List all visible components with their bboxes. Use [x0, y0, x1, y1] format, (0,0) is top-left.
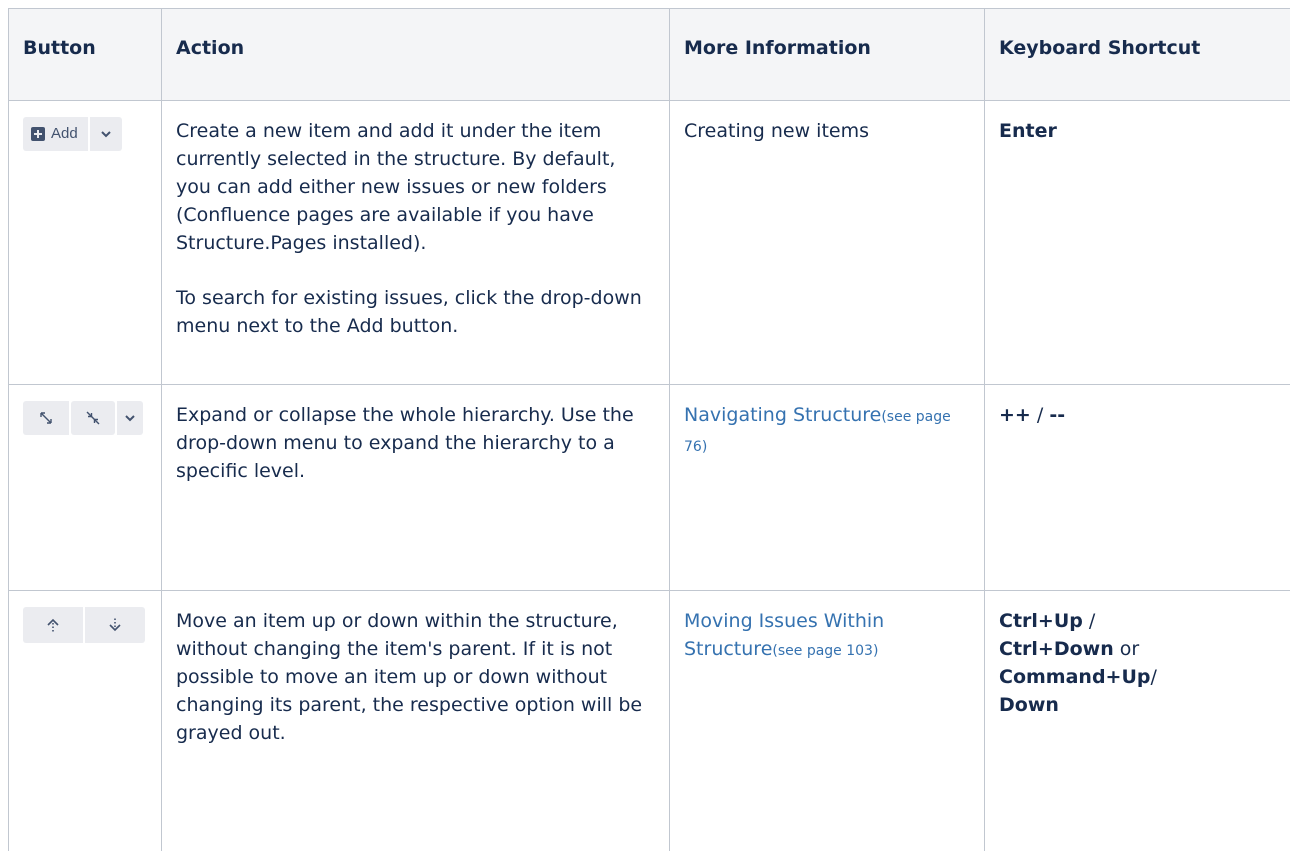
more-information-cell: Navigating Structure(see page 76) — [670, 385, 985, 591]
plus-square-icon — [31, 127, 45, 141]
expand-collapse-button-group — [23, 401, 143, 435]
move-down-icon — [107, 617, 123, 633]
collapse-icon — [86, 411, 100, 425]
move-down-button[interactable] — [85, 607, 145, 643]
move-up-button[interactable] — [23, 607, 83, 643]
header-more-information: More Information — [670, 9, 985, 101]
shortcut-separator: / — [1151, 666, 1163, 688]
shortcut-key: Down — [999, 694, 1059, 716]
shortcut-separator: / — [1031, 404, 1049, 426]
chevron-down-icon — [101, 131, 111, 138]
table-header-row: Button Action More Information Keyboard … — [9, 9, 1290, 101]
action-text: Expand or collapse the whole hierarchy. … — [176, 401, 655, 485]
page-reference: (see page 103) — [772, 643, 878, 659]
move-button-group — [23, 607, 145, 643]
navigating-structure-link[interactable]: Navigating Structure(see page 76) — [684, 404, 951, 456]
add-dropdown-button[interactable] — [90, 117, 122, 151]
header-button: Button — [9, 9, 162, 101]
add-button-label: Add — [51, 120, 78, 148]
add-button[interactable]: Add — [23, 117, 88, 151]
expand-icon — [39, 411, 53, 425]
shortcut-key: Command+Up — [999, 666, 1151, 688]
collapse-all-button[interactable] — [71, 401, 115, 435]
button-cell — [9, 591, 162, 851]
action-text: To search for existing issues, click the… — [176, 284, 655, 340]
shortcut-cell: ++ / -- — [985, 385, 1290, 591]
table-row: Move an item up or down within the struc… — [9, 591, 1290, 851]
shortcut-key: Ctrl+Up — [999, 610, 1083, 632]
moving-issues-link[interactable]: Moving Issues Within Structure(see page … — [684, 610, 884, 660]
more-information-text: Creating new items — [684, 120, 869, 142]
move-up-icon — [45, 617, 61, 633]
expand-all-button[interactable] — [23, 401, 69, 435]
shortcut-cell: Ctrl+Up / Ctrl+Down or Command+Up/ Down — [985, 591, 1290, 851]
action-cell: Create a new item and add it under the i… — [162, 101, 670, 385]
shortcut-key: Ctrl+Down — [999, 638, 1114, 660]
more-information-cell: Creating new items — [670, 101, 985, 385]
add-button-group: Add — [23, 117, 122, 151]
header-keyboard-shortcut: Keyboard Shortcut — [985, 9, 1290, 101]
shortcut-key: Enter — [999, 120, 1057, 142]
button-cell: Add — [9, 101, 162, 385]
more-information-cell: Moving Issues Within Structure(see page … — [670, 591, 985, 851]
expand-level-dropdown-button[interactable] — [117, 401, 143, 435]
shortcut-key: ++ — [999, 404, 1031, 426]
table-row: Expand or collapse the whole hierarchy. … — [9, 385, 1290, 591]
action-text: Create a new item and add it under the i… — [176, 117, 655, 257]
action-text: Move an item up or down within the struc… — [176, 607, 655, 747]
shortcut-cell: Enter — [985, 101, 1290, 385]
button-cell — [9, 385, 162, 591]
shortcut-reference-table: Button Action More Information Keyboard … — [8, 8, 1290, 851]
table-row: Add Create a new item and add it under t… — [9, 101, 1290, 385]
shortcut-separator: / — [1083, 610, 1101, 632]
chevron-down-icon — [125, 415, 135, 422]
header-action: Action — [162, 9, 670, 101]
link-text: Navigating Structure — [684, 404, 881, 426]
action-cell: Expand or collapse the whole hierarchy. … — [162, 385, 670, 591]
action-cell: Move an item up or down within the struc… — [162, 591, 670, 851]
shortcut-separator: or — [1114, 638, 1146, 660]
shortcut-key: -- — [1049, 404, 1065, 426]
